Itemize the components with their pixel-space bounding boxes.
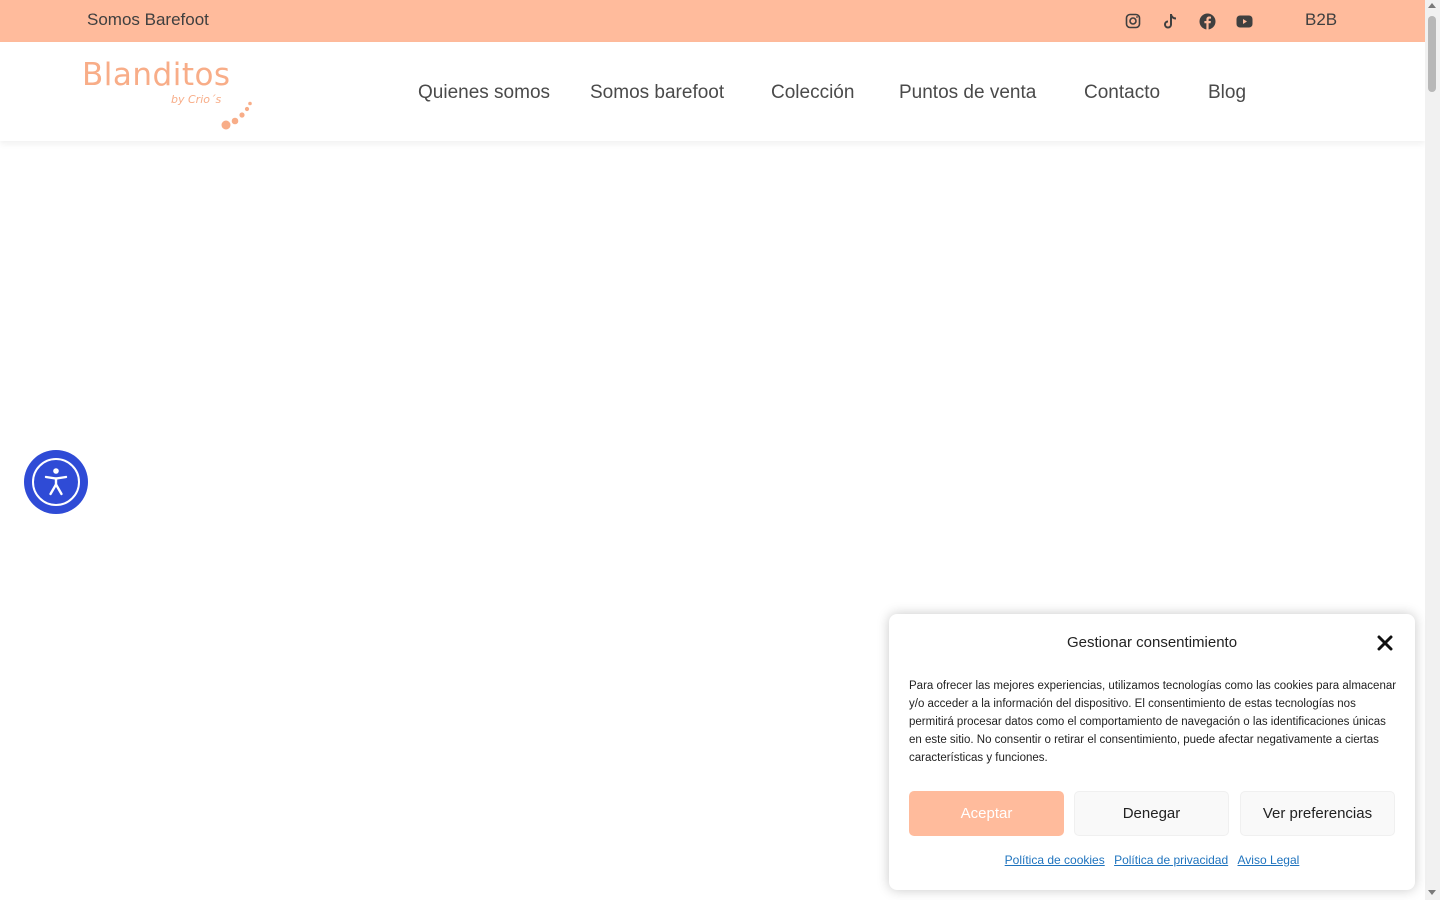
scroll-up-icon[interactable] <box>1428 3 1436 8</box>
logo-dots-icon <box>221 101 252 130</box>
nav-item-somos-barefoot[interactable]: Somos barefoot <box>590 82 724 104</box>
page-scrollbar[interactable] <box>1425 0 1440 900</box>
consent-body-text: Para ofrecer las mejores experiencias, u… <box>909 680 1397 764</box>
preferences-button[interactable]: Ver preferencias <box>1240 791 1395 836</box>
accept-button[interactable]: Aceptar <box>909 791 1064 836</box>
logo[interactable]: Blanditos by Crio´s <box>82 57 257 132</box>
deny-button[interactable]: Denegar <box>1074 791 1229 836</box>
close-icon[interactable] <box>1377 635 1393 651</box>
logo-byline: by Crio´s <box>171 93 222 106</box>
tiktok-icon[interactable] <box>1160 11 1180 31</box>
instagram-icon[interactable] <box>1123 11 1143 31</box>
scroll-down-icon[interactable] <box>1428 890 1436 895</box>
youtube-icon[interactable] <box>1234 11 1254 31</box>
scrollbar-thumb[interactable] <box>1428 16 1436 92</box>
nav-item-contacto[interactable]: Contacto <box>1084 82 1160 104</box>
legal-notice-link[interactable]: Aviso Legal <box>1238 853 1300 867</box>
accessibility-button[interactable] <box>24 450 88 514</box>
consent-links: Política de cookies Política de privacid… <box>889 853 1415 867</box>
privacy-policy-link[interactable]: Política de privacidad <box>1114 853 1228 867</box>
logo-name: Blanditos <box>82 57 231 93</box>
top-bar-tagline[interactable]: Somos Barefoot <box>87 10 209 30</box>
cookie-policy-link[interactable]: Política de cookies <box>1005 853 1105 867</box>
facebook-icon[interactable] <box>1197 11 1217 31</box>
top-bar: Somos Barefoot B2B <box>0 0 1425 42</box>
nav-item-puntos-de-venta[interactable]: Puntos de venta <box>899 82 1036 104</box>
site-header: Blanditos by Crio´s Quienes somos Somos … <box>0 42 1425 141</box>
accessibility-icon <box>44 468 68 496</box>
nav-item-quienes-somos[interactable]: Quienes somos <box>418 82 550 104</box>
nav-item-blog[interactable]: Blog <box>1208 82 1246 104</box>
cookie-consent-dialog: Gestionar consentimiento Para ofrecer la… <box>889 614 1415 890</box>
consent-title: Gestionar consentimiento <box>1066 634 1238 651</box>
nav-item-coleccion[interactable]: Colección <box>771 82 854 104</box>
b2b-link[interactable]: B2B <box>1305 10 1337 30</box>
